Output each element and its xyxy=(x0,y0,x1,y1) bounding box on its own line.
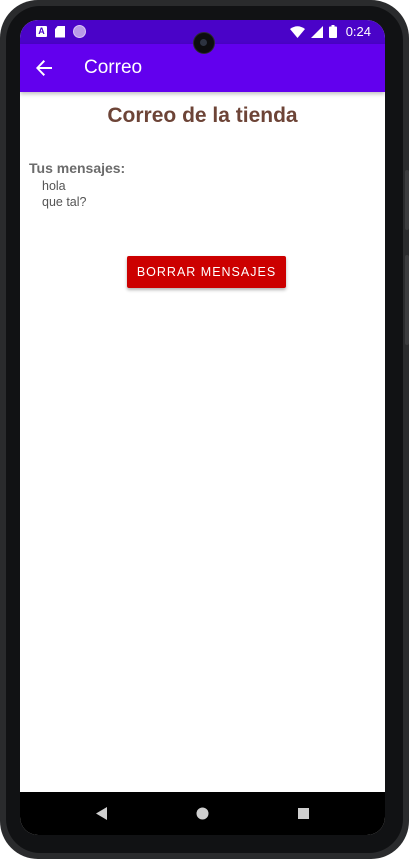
back-button[interactable] xyxy=(32,56,56,80)
nav-home-button[interactable] xyxy=(182,792,222,835)
battery-icon xyxy=(328,25,337,38)
recents-square-icon xyxy=(297,808,309,819)
arrow-back-icon xyxy=(36,60,52,76)
wifi-icon xyxy=(289,25,305,38)
status-time: 0:24 xyxy=(345,24,371,39)
nav-recents-button[interactable] xyxy=(283,792,323,835)
home-circle-icon xyxy=(196,807,208,820)
page-title: Correo de la tienda xyxy=(107,104,298,127)
status-left-icons: A xyxy=(36,25,86,38)
nav-back-button[interactable] xyxy=(82,792,122,835)
power-button xyxy=(405,170,409,230)
sd-card-icon xyxy=(55,25,65,38)
volume-button xyxy=(405,255,409,345)
delete-messages-button[interactable]: BORRAR MENSAJES xyxy=(127,256,286,288)
message-item: hola xyxy=(42,179,66,193)
back-triangle-icon xyxy=(96,807,107,820)
circle-notification-icon xyxy=(73,25,86,38)
phone-frame: A 0:24 Correo Correo de la tienda Tus me… xyxy=(0,0,409,859)
a-notification-icon: A xyxy=(36,26,47,37)
front-camera xyxy=(193,32,215,54)
status-right-icons: 0:24 xyxy=(289,24,371,39)
signal-icon xyxy=(310,25,323,38)
navigation-bar xyxy=(20,792,385,835)
screen: A 0:24 Correo Correo de la tienda Tus me… xyxy=(20,20,385,835)
message-item: que tal? xyxy=(42,195,87,209)
app-bar-title: Correo xyxy=(84,57,143,78)
messages-label: Tus mensajes: xyxy=(29,160,126,176)
messages-list: hola que tal? xyxy=(42,178,86,210)
